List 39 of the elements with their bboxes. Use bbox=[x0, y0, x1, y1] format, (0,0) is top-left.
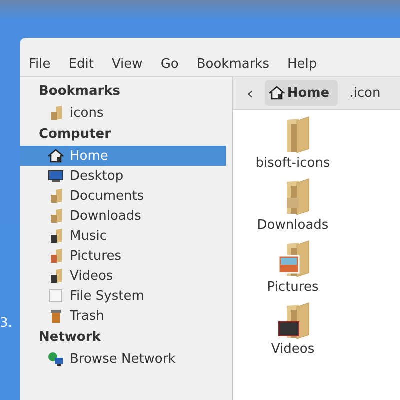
drive-icon bbox=[48, 288, 64, 304]
sidebar-item[interactable]: Videos bbox=[20, 266, 226, 286]
menu-item[interactable]: View bbox=[102, 53, 152, 75]
sidebar-item[interactable]: Downloads bbox=[20, 206, 226, 226]
menu-item[interactable]: Help bbox=[278, 53, 326, 75]
folder-icon bbox=[48, 228, 64, 244]
menu-item[interactable]: Bookmarks bbox=[188, 53, 278, 75]
sidebar-item[interactable]: File System bbox=[20, 286, 226, 306]
sidebar-item[interactable]: Desktop bbox=[20, 166, 226, 186]
folder-icon bbox=[48, 105, 64, 121]
menu-item[interactable]: Edit bbox=[60, 53, 103, 75]
file-name[interactable]: Pictures bbox=[267, 280, 319, 295]
file-name[interactable]: Downloads bbox=[257, 218, 329, 233]
menu-item[interactable]: File bbox=[20, 53, 60, 75]
back-button[interactable]: ‹ bbox=[241, 84, 260, 102]
section-heading: Computer bbox=[38, 126, 112, 144]
sidebar-item[interactable]: icons bbox=[20, 103, 226, 123]
house-icon bbox=[48, 148, 64, 164]
sidebar-item[interactable]: Browse Network bbox=[20, 349, 226, 369]
trash-icon bbox=[48, 308, 64, 324]
sidebar-item[interactable]: Trash bbox=[20, 306, 226, 326]
menu-item[interactable]: Go bbox=[152, 53, 188, 75]
folder-icon bbox=[48, 208, 64, 224]
path-crumb[interactable]: Home bbox=[265, 80, 338, 106]
sidebar-item[interactable]: Documents bbox=[20, 186, 226, 206]
file-name[interactable]: Videos bbox=[271, 342, 315, 357]
monitor-icon bbox=[48, 168, 64, 184]
section-heading: Network bbox=[38, 329, 102, 347]
sidebar-item[interactable]: Pictures bbox=[20, 246, 226, 266]
folder-icon bbox=[48, 188, 64, 204]
file-name[interactable]: bisoft-icons bbox=[256, 156, 330, 171]
path-crumb[interactable]: .icon bbox=[344, 80, 387, 106]
house-icon bbox=[269, 85, 286, 101]
folder-icon bbox=[48, 268, 64, 284]
network-icon bbox=[48, 351, 64, 367]
section-heading: Bookmarks bbox=[38, 83, 122, 101]
folder-icon bbox=[48, 248, 64, 264]
sidebar-item[interactable]: Music bbox=[20, 226, 226, 246]
desktop-label: 3. bbox=[0, 316, 12, 331]
